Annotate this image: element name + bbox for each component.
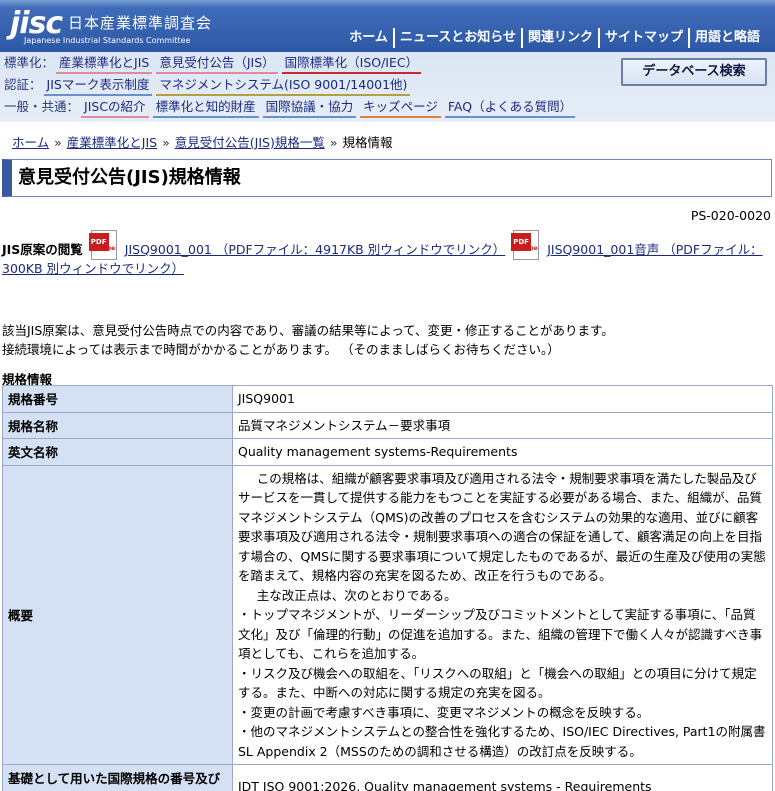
breadcrumb-home[interactable]: ホーム [12, 135, 49, 150]
top-nav-links[interactable]: 関連リンク [520, 28, 598, 48]
nav-link-jis-mark[interactable]: JISマーク表示制度 [43, 76, 153, 96]
nav-link-faq[interactable]: FAQ（よくある質問） [444, 98, 576, 118]
table-row: 規格名称 品質マネジメントシステム－要求事項 [2, 411, 773, 439]
top-nav: ホーム ニュースとお知らせ 関連リンク サイトマップ 用語と略語 [344, 28, 765, 48]
row-value: JISQ9001 [232, 385, 773, 413]
database-search-button[interactable]: データベース検索 [621, 58, 767, 86]
header-bar: jisc 日本産業標準調査会 Japanese Industrial Stand… [0, 0, 775, 52]
nav-row-certification: 認証： JISマーク表示制度 マネジメントシステム(ISO 9001/14001… [4, 76, 414, 96]
pdf-link-draft[interactable]: JISQ9001_001 （PDFファイル：4917KB 別ウィンドウでリンク） [125, 242, 505, 257]
adobe-icon-label: Adobe [516, 245, 538, 252]
row-label: 基礎として用いた国際規格の番号及び同等性記号 [2, 764, 233, 791]
nav-row-general: 一般・共通： JISCの紹介 標準化と知的財産 国際協議・協力 キッズページ F… [4, 98, 579, 118]
summary-value: この規格は、組織が顧客要求事項及び適用される法令・規制要求事項を満たした製品及び… [232, 464, 773, 765]
adobe-icon-label: Adobe [93, 245, 116, 252]
row-label: 概要 [2, 464, 233, 765]
nav-link-about-jisc[interactable]: JISCの紹介 [81, 98, 149, 118]
nav-link-kids[interactable]: キッズページ [360, 98, 441, 118]
nav-category-label: 一般・共通： [4, 99, 80, 114]
pdf-icon: PDF Adobe [88, 230, 117, 260]
nav-category-label: 認証： [4, 77, 42, 92]
jis-draft-view: JIS原案の閲覧 PDF Adobe JISQ9001_001 （PDFファイル：… [2, 230, 772, 278]
nav-row-standardization: 標準化： 産業標準化とJIS 意見受付公告（JIS） 国際標準化（ISO/IEC… [4, 54, 425, 74]
nav-category-label: 標準化： [4, 55, 55, 70]
pdf-icon: PDF Adobe [511, 230, 540, 260]
summary-paragraph: 主な改正点は、次のとおりである。 [256, 587, 457, 603]
site-header: jisc 日本産業標準調査会 Japanese Industrial Stand… [0, 0, 775, 122]
breadcrumb-separator-icon: » [54, 135, 62, 150]
page-id: PS-020-0020 [690, 208, 771, 223]
top-nav-news[interactable]: ニュースとお知らせ [392, 28, 521, 48]
row-value: Quality management systems-Requirements [232, 438, 773, 466]
breadcrumb: ホーム » 産業標準化とJIS » 意見受付公告(JIS)規格一覧 » 規格情報 [12, 132, 393, 151]
notice-line: 接続環境によっては表示まで時間がかかることがあります。 （そのまましばらくお待ち… [2, 342, 560, 357]
nav-link-ip[interactable]: 標準化と知的財産 [152, 98, 259, 118]
logo-english-name: Japanese Industrial Standards Committee [24, 36, 191, 45]
top-nav-glossary[interactable]: 用語と略語 [687, 28, 765, 48]
nav-link-management-systems[interactable]: マネジメントシステム(ISO 9001/14001他) [156, 76, 411, 96]
breadcrumb-current: 規格情報 [342, 135, 393, 150]
nav-link-international-standardization[interactable]: 国際標準化（ISO/IEC） [281, 54, 422, 74]
top-nav-sitemap[interactable]: サイトマップ [597, 28, 688, 48]
standard-info-table: 規格番号 JISQ9001 規格名称 品質マネジメントシステム－要求事項 英文名… [2, 385, 773, 791]
page-title: 意見受付公告(JIS)規格情報 [2, 159, 772, 197]
logo-japanese-name: 日本産業標準調査会 [68, 14, 213, 32]
summary-bullet: ・リスク及び機会への取組を、「リスクへの取組」と「機会への取組」との項目に分けて… [238, 665, 757, 701]
nav-link-public-comment[interactable]: 意見受付公告（JIS） [156, 54, 278, 74]
row-label: 英文名称 [2, 438, 233, 466]
table-row: 英文名称 Quality management systems-Requirem… [2, 438, 773, 466]
breadcrumb-separator-icon: » [329, 135, 338, 150]
table-row: 規格番号 JISQ9001 [2, 385, 773, 413]
breadcrumb-standardization[interactable]: 産業標準化とJIS [67, 135, 157, 150]
row-label: 規格名称 [2, 411, 233, 439]
summary-bullet: ・変更の計画で考慮すべき事項に、変更マネジメントの概念を反映する。 [238, 704, 650, 720]
top-nav-home[interactable]: ホーム [344, 28, 393, 48]
notice-line: 該当JIS原案は、意見受付公告時点での内容であり、審議の結果等によって、変更・修… [2, 323, 614, 338]
breadcrumb-list[interactable]: 意見受付公告(JIS)規格一覧 [175, 135, 325, 150]
row-label: 規格番号 [2, 385, 233, 413]
breadcrumb-separator-icon: » [162, 135, 170, 150]
row-value: 品質マネジメントシステム－要求事項 [232, 411, 773, 439]
notice-text: 該当JIS原案は、意見受付公告時点での内容であり、審議の結果等によって、変更・修… [2, 321, 614, 359]
jis-view-label: JIS原案の閲覧 [2, 242, 83, 257]
nav-link-industrial-standardization[interactable]: 産業標準化とJIS [56, 54, 153, 74]
nav-link-international-cooperation[interactable]: 国際協議・協力 [262, 98, 357, 118]
summary-paragraph: この規格は、組織が顧客要求事項及び適用される法令・規制要求事項を満たした製品及び… [238, 470, 766, 584]
table-row: 基礎として用いた国際規格の番号及び同等性記号 IDT ISO 9001:2026… [2, 764, 773, 791]
row-value: IDT ISO 9001:2026, Quality management sy… [232, 764, 773, 791]
summary-bullet: ・他のマネジメントシステムとの整合性を強化するため、ISO/IEC Direct… [238, 724, 766, 759]
table-row: 概要 この規格は、組織が顧客要求事項及び適用される法令・規制要求事項を満たした製… [2, 464, 773, 765]
summary-bullet: ・トップマネジメントが、リーダーシップ及びコミットメントとして実証する事項に、「… [238, 607, 763, 661]
